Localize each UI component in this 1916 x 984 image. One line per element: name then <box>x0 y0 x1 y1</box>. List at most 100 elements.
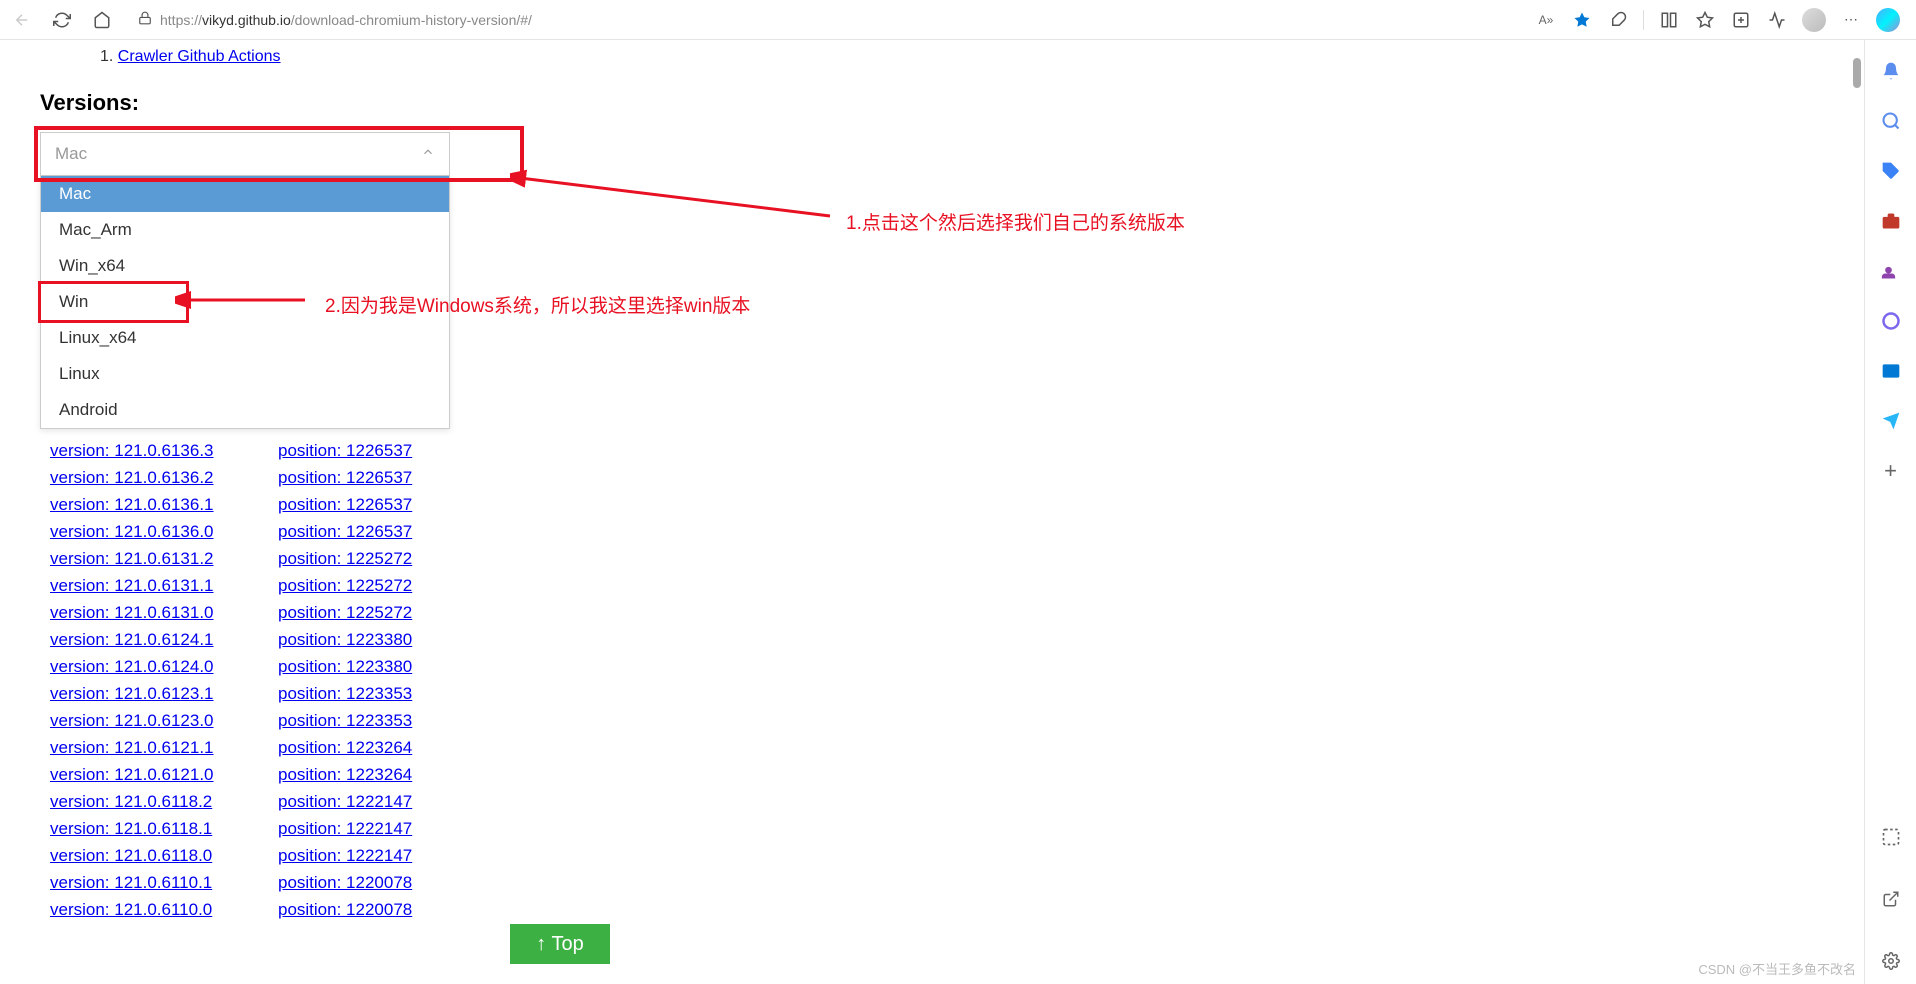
position-link[interactable]: position: 1225272 <box>278 545 412 572</box>
dropdown-option-mac[interactable]: Mac <box>41 176 449 212</box>
version-row: version: 121.0.6123.1 position: 1223353 <box>50 680 1824 707</box>
version-link[interactable]: version: 121.0.6131.2 <box>50 545 238 572</box>
dropdown-option-win_x64[interactable]: Win_x64 <box>41 248 449 284</box>
version-link[interactable]: version: 121.0.6124.1 <box>50 626 238 653</box>
more-icon[interactable]: ⋯ <box>1840 9 1862 31</box>
plus-icon[interactable]: + <box>1880 460 1902 482</box>
send-icon[interactable] <box>1880 410 1902 432</box>
position-link[interactable]: position: 1222147 <box>278 788 412 815</box>
version-link[interactable]: version: 121.0.6118.0 <box>50 842 238 869</box>
version-list: version: 121.0.6136.3position: 1226537ve… <box>50 437 1824 923</box>
toolbar-right: A» ⋯ <box>1535 8 1908 32</box>
copilot-icon[interactable] <box>1876 8 1900 32</box>
position-link[interactable]: position: 1223380 <box>278 626 412 653</box>
settings-icon[interactable] <box>1880 950 1902 972</box>
version-link[interactable]: version: 121.0.6124.0 <box>50 653 238 680</box>
version-link[interactable]: version: 121.0.6131.0 <box>50 599 238 626</box>
version-row: version: 121.0.6118.1 position: 1222147 <box>50 815 1824 842</box>
address-bar[interactable]: https://vikyd.github.io/download-chromiu… <box>138 11 1523 28</box>
partial-source-line: 1. Crawler Github Actions <box>40 40 1824 90</box>
position-link[interactable]: position: 1222147 <box>278 842 412 869</box>
version-link[interactable]: version: 121.0.6136.0 <box>50 518 238 545</box>
version-link[interactable]: version: 121.0.6121.0 <box>50 761 238 788</box>
position-link[interactable]: position: 1225272 <box>278 599 412 626</box>
performance-icon[interactable] <box>1766 9 1788 31</box>
position-link[interactable]: position: 1223380 <box>278 653 412 680</box>
bell-icon[interactable] <box>1880 60 1902 82</box>
version-row: version: 121.0.6131.2 position: 1225272 <box>50 545 1824 572</box>
position-link[interactable]: position: 1222147 <box>278 815 412 842</box>
position-link[interactable]: position: 1223353 <box>278 680 412 707</box>
page-content: 1. Crawler Github Actions Versions: Mac … <box>0 40 1864 984</box>
extensions-icon[interactable] <box>1607 9 1629 31</box>
version-link[interactable]: version: 121.0.6136.3 <box>50 437 238 464</box>
annotation-box-2 <box>38 281 189 323</box>
collections-icon[interactable] <box>1730 9 1752 31</box>
briefcase-icon[interactable] <box>1880 210 1902 232</box>
back-button[interactable] <box>8 6 36 34</box>
crawler-actions-link[interactable]: Crawler Github Actions <box>118 48 281 65</box>
version-link[interactable]: version: 121.0.6121.1 <box>50 734 238 761</box>
watermark: CSDN @不当王多鱼不改名 <box>1698 959 1856 978</box>
position-link[interactable]: position: 1225272 <box>278 572 412 599</box>
version-row: version: 121.0.6136.2 position: 1226537 <box>50 464 1824 491</box>
annotation-2-text: 2.因为我是Windows系统，所以我这里选择win版本 <box>325 291 750 318</box>
back-to-top-button[interactable]: ↑ Top <box>510 924 610 964</box>
version-row: version: 121.0.6118.2 position: 1222147 <box>50 788 1824 815</box>
version-row: version: 121.0.6121.1 position: 1223264 <box>50 734 1824 761</box>
version-row: version: 121.0.6110.1 position: 1220078 <box>50 869 1824 896</box>
version-row: version: 121.0.6136.0 position: 1226537 <box>50 518 1824 545</box>
version-row: version: 121.0.6131.1 position: 1225272 <box>50 572 1824 599</box>
tag-icon[interactable] <box>1880 160 1902 182</box>
version-link[interactable]: version: 121.0.6123.1 <box>50 680 238 707</box>
home-button[interactable] <box>88 6 116 34</box>
chevron-up-icon <box>421 144 435 164</box>
version-row: version: 121.0.6124.1 position: 1223380 <box>50 626 1824 653</box>
version-row: version: 121.0.6136.3 position: 1226537 <box>50 437 1824 464</box>
screenshot-icon[interactable] <box>1880 826 1902 848</box>
position-link[interactable]: position: 1220078 <box>278 896 412 923</box>
split-screen-icon[interactable] <box>1658 9 1680 31</box>
external-icon[interactable] <box>1880 888 1902 910</box>
favorite-star-icon[interactable] <box>1571 9 1593 31</box>
dropdown-option-android[interactable]: Android <box>41 392 449 428</box>
people-icon[interactable] <box>1880 260 1902 282</box>
version-row: version: 121.0.6124.0 position: 1223380 <box>50 653 1824 680</box>
version-link[interactable]: version: 121.0.6118.2 <box>50 788 238 815</box>
favorites-icon[interactable] <box>1694 9 1716 31</box>
position-link[interactable]: position: 1226537 <box>278 437 412 464</box>
version-link[interactable]: version: 121.0.6123.0 <box>50 707 238 734</box>
outlook-icon[interactable] <box>1880 360 1902 382</box>
dropdown-option-mac_arm[interactable]: Mac_Arm <box>41 212 449 248</box>
position-link[interactable]: position: 1220078 <box>278 869 412 896</box>
read-aloud-icon[interactable]: A» <box>1535 9 1557 31</box>
version-link[interactable]: version: 121.0.6131.1 <box>50 572 238 599</box>
browser-toolbar: https://vikyd.github.io/download-chromiu… <box>0 0 1916 40</box>
refresh-button[interactable] <box>48 6 76 34</box>
position-link[interactable]: position: 1223264 <box>278 761 412 788</box>
position-link[interactable]: position: 1226537 <box>278 491 412 518</box>
version-link[interactable]: version: 121.0.6118.1 <box>50 815 238 842</box>
version-link[interactable]: version: 121.0.6136.1 <box>50 491 238 518</box>
dropdown-option-linux_x64[interactable]: Linux_x64 <box>41 320 449 356</box>
position-link[interactable]: position: 1223264 <box>278 734 412 761</box>
version-row: version: 121.0.6136.1 position: 1226537 <box>50 491 1824 518</box>
os-dropdown[interactable]: Mac MacMac_ArmWin_x64WinLinux_x64LinuxAn… <box>40 132 450 429</box>
version-link[interactable]: version: 121.0.6136.2 <box>50 464 238 491</box>
dropdown-input[interactable]: Mac <box>40 132 450 176</box>
version-link[interactable]: version: 121.0.6110.1 <box>50 869 238 896</box>
position-link[interactable]: position: 1223353 <box>278 707 412 734</box>
version-link[interactable]: version: 121.0.6110.0 <box>50 896 238 923</box>
dropdown-value: Mac <box>55 144 87 164</box>
search-icon[interactable] <box>1880 110 1902 132</box>
version-row: version: 121.0.6131.0 position: 1225272 <box>50 599 1824 626</box>
dropdown-option-linux[interactable]: Linux <box>41 356 449 392</box>
profile-avatar[interactable] <box>1802 8 1826 32</box>
version-row: version: 121.0.6118.0 position: 1222147 <box>50 842 1824 869</box>
position-link[interactable]: position: 1226537 <box>278 518 412 545</box>
url-text: https://vikyd.github.io/download-chromiu… <box>160 12 532 28</box>
position-link[interactable]: position: 1226537 <box>278 464 412 491</box>
version-row: version: 121.0.6110.0 position: 1220078 <box>50 896 1824 923</box>
annotation-1-text: 1.点击这个然后选择我们自己的系统版本 <box>846 208 1185 235</box>
circle-icon[interactable] <box>1880 310 1902 332</box>
